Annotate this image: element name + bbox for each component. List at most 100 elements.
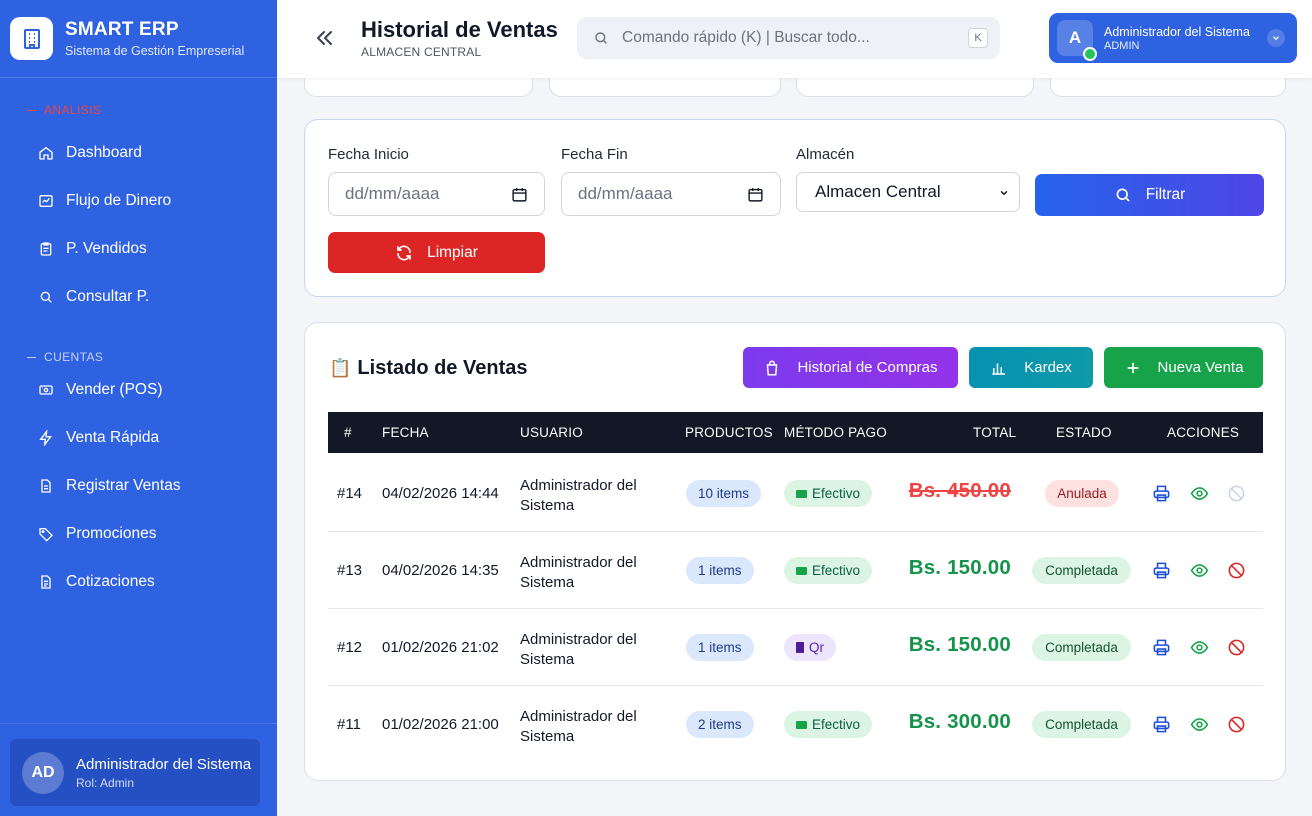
sidebar-item-consultar-p[interactable]: Consultar P.: [38, 283, 149, 311]
sale-total: Bs. 150.00: [908, 556, 1011, 579]
search-input[interactable]: [622, 29, 952, 47]
status-badge: Anulada: [1045, 480, 1119, 507]
avatar: AD: [22, 752, 64, 794]
column-header-user: USUARIO: [520, 425, 583, 440]
brand-title: SMART ERP: [65, 19, 179, 40]
sidebar-item-label: Consultar P.: [66, 288, 150, 305]
page-subtitle: ALMACEN CENTRAL: [361, 45, 482, 59]
start-date-placeholder: dd/mm/aaaa: [345, 184, 440, 203]
filter-button[interactable]: Filtrar: [1035, 174, 1264, 216]
table-row[interactable]: #14 04/02/2026 14:44 Administrador del Si…: [328, 455, 1263, 532]
shopping-bag-icon: [767, 360, 778, 375]
cancel-icon[interactable]: [1227, 715, 1246, 734]
view-icon[interactable]: [1190, 484, 1209, 503]
view-icon[interactable]: [1190, 638, 1209, 657]
sidebar: SMART ERP Sistema de Gestión Empreserial…: [0, 0, 277, 816]
status-badge: Completada: [1032, 634, 1131, 661]
calendar-icon[interactable]: [511, 186, 528, 203]
column-header-date: FECHA: [382, 425, 429, 440]
search-icon: [1116, 188, 1130, 202]
sale-date: 01/02/2026 21:00: [382, 716, 499, 733]
shortcut-key: K: [968, 28, 988, 48]
cancel-icon[interactable]: [1227, 561, 1246, 580]
sale-id: #12: [337, 639, 363, 656]
clear-button-label: Limpiar: [427, 243, 478, 261]
sidebar-item-vender-pos[interactable]: Vender (POS): [38, 376, 163, 404]
cancel-icon[interactable]: [1227, 638, 1246, 657]
payment-method-badge: Efectivo: [784, 480, 873, 507]
print-icon[interactable]: [1152, 484, 1171, 503]
sidebar-item-venta-rapida[interactable]: Venta Rápida: [38, 424, 159, 452]
clipboard-icon: [40, 242, 52, 256]
view-icon[interactable]: [1190, 715, 1209, 734]
lightning-icon: [39, 430, 52, 446]
items-badge: 10 items: [686, 480, 762, 507]
warehouse-selected-value: Almacen Central: [815, 182, 941, 201]
items-badge: 1 items: [686, 634, 754, 661]
sale-total: Bs. 300.00: [908, 710, 1011, 733]
sales-list-title: 📋 Listado de Ventas: [329, 357, 527, 380]
kardex-label: Kardex: [1024, 359, 1072, 376]
page-title: Historial de Ventas: [361, 17, 558, 42]
column-header-status: ESTADO: [1056, 425, 1112, 440]
sidebar-item-flujo-dinero[interactable]: Flujo de Dinero: [38, 187, 171, 215]
sidebar-item-label: Promociones: [66, 525, 157, 542]
sale-user: Administrador del Sistema: [520, 554, 637, 591]
brand-subtitle: Sistema de Gestión Empreserial: [65, 44, 245, 58]
user-menu[interactable]: A Administrador del Sistema ADMIN: [1049, 13, 1297, 63]
sidebar-item-label: P. Vendidos: [66, 240, 147, 257]
avatar-initial: A: [1068, 28, 1082, 47]
clear-button[interactable]: Limpiar: [328, 232, 545, 273]
collapse-sidebar-button[interactable]: [313, 26, 337, 50]
column-header-actions: ACCIONES: [1167, 425, 1240, 440]
payment-method-badge: Efectivo: [784, 557, 873, 584]
purchase-history-button[interactable]: Historial de Compras: [743, 347, 958, 388]
refresh-icon: [397, 245, 411, 260]
search-icon: [40, 291, 52, 303]
global-search[interactable]: K: [577, 17, 1000, 59]
plus-icon: [1127, 362, 1138, 373]
filter-button-label: Filtrar: [1145, 186, 1186, 203]
online-status-dot: [1083, 47, 1097, 61]
warehouse-select[interactable]: Almacen Central: [796, 172, 1020, 212]
file-text-icon: [41, 575, 51, 589]
top-header: Historial de Ventas ALMACEN CENTRAL K A …: [277, 0, 1312, 78]
sale-total: Bs. 450.00: [908, 479, 1011, 502]
chevron-down-icon[interactable]: [1267, 29, 1285, 47]
sale-id: #14: [337, 485, 363, 502]
new-sale-button[interactable]: Nueva Venta: [1104, 347, 1263, 388]
kardex-button[interactable]: Kardex: [969, 347, 1093, 388]
table-row[interactable]: #12 01/02/2026 21:02 Administrador del Si…: [328, 609, 1263, 686]
status-badge: Completada: [1032, 711, 1131, 738]
purchase-history-label: Historial de Compras: [797, 359, 938, 376]
sidebar-item-cotizaciones[interactable]: Cotizaciones: [38, 568, 155, 596]
sidebar-item-dashboard[interactable]: Dashboard: [38, 139, 142, 167]
calendar-icon[interactable]: [747, 186, 764, 203]
print-icon[interactable]: [1152, 561, 1171, 580]
header-user-role: ADMIN: [1104, 39, 1140, 52]
sidebar-item-registrar-ventas[interactable]: Registrar Ventas: [38, 472, 181, 500]
bar-chart-icon: [992, 363, 1006, 375]
warehouse-label: Almacén: [796, 146, 855, 163]
cash-icon: [796, 489, 807, 498]
print-icon[interactable]: [1152, 715, 1171, 734]
print-icon[interactable]: [1152, 638, 1171, 657]
brand[interactable]: SMART ERP Sistema de Gestión Empreserial: [0, 0, 277, 78]
home-icon: [39, 146, 53, 160]
double-chevron-left-icon: [317, 31, 332, 45]
cash-icon: [796, 566, 807, 575]
sidebar-item-p-vendidos[interactable]: P. Vendidos: [38, 235, 147, 263]
column-header-total: TOTAL: [973, 425, 1017, 440]
table-row[interactable]: #13 04/02/2026 14:35 Administrador del Si…: [328, 532, 1263, 609]
view-icon[interactable]: [1190, 561, 1209, 580]
sidebar-item-promociones[interactable]: Promociones: [38, 520, 156, 548]
sidebar-item-label: Cotizaciones: [66, 573, 155, 590]
status-badge: Completada: [1032, 557, 1131, 584]
filter-panel: Fecha Inicio dd/mm/aaaa Fecha Fin dd/mm/…: [304, 119, 1286, 297]
end-date-input[interactable]: dd/mm/aaaa: [561, 172, 781, 216]
table-row[interactable]: #11 01/02/2026 21:00 Administrador del Si…: [328, 686, 1263, 763]
sale-date: 01/02/2026 21:02: [382, 639, 499, 656]
start-date-input[interactable]: dd/mm/aaaa: [328, 172, 545, 216]
chart-icon: [39, 195, 53, 207]
sidebar-user-card[interactable]: AD Administrador del Sistema Rol: Admin: [10, 739, 260, 806]
